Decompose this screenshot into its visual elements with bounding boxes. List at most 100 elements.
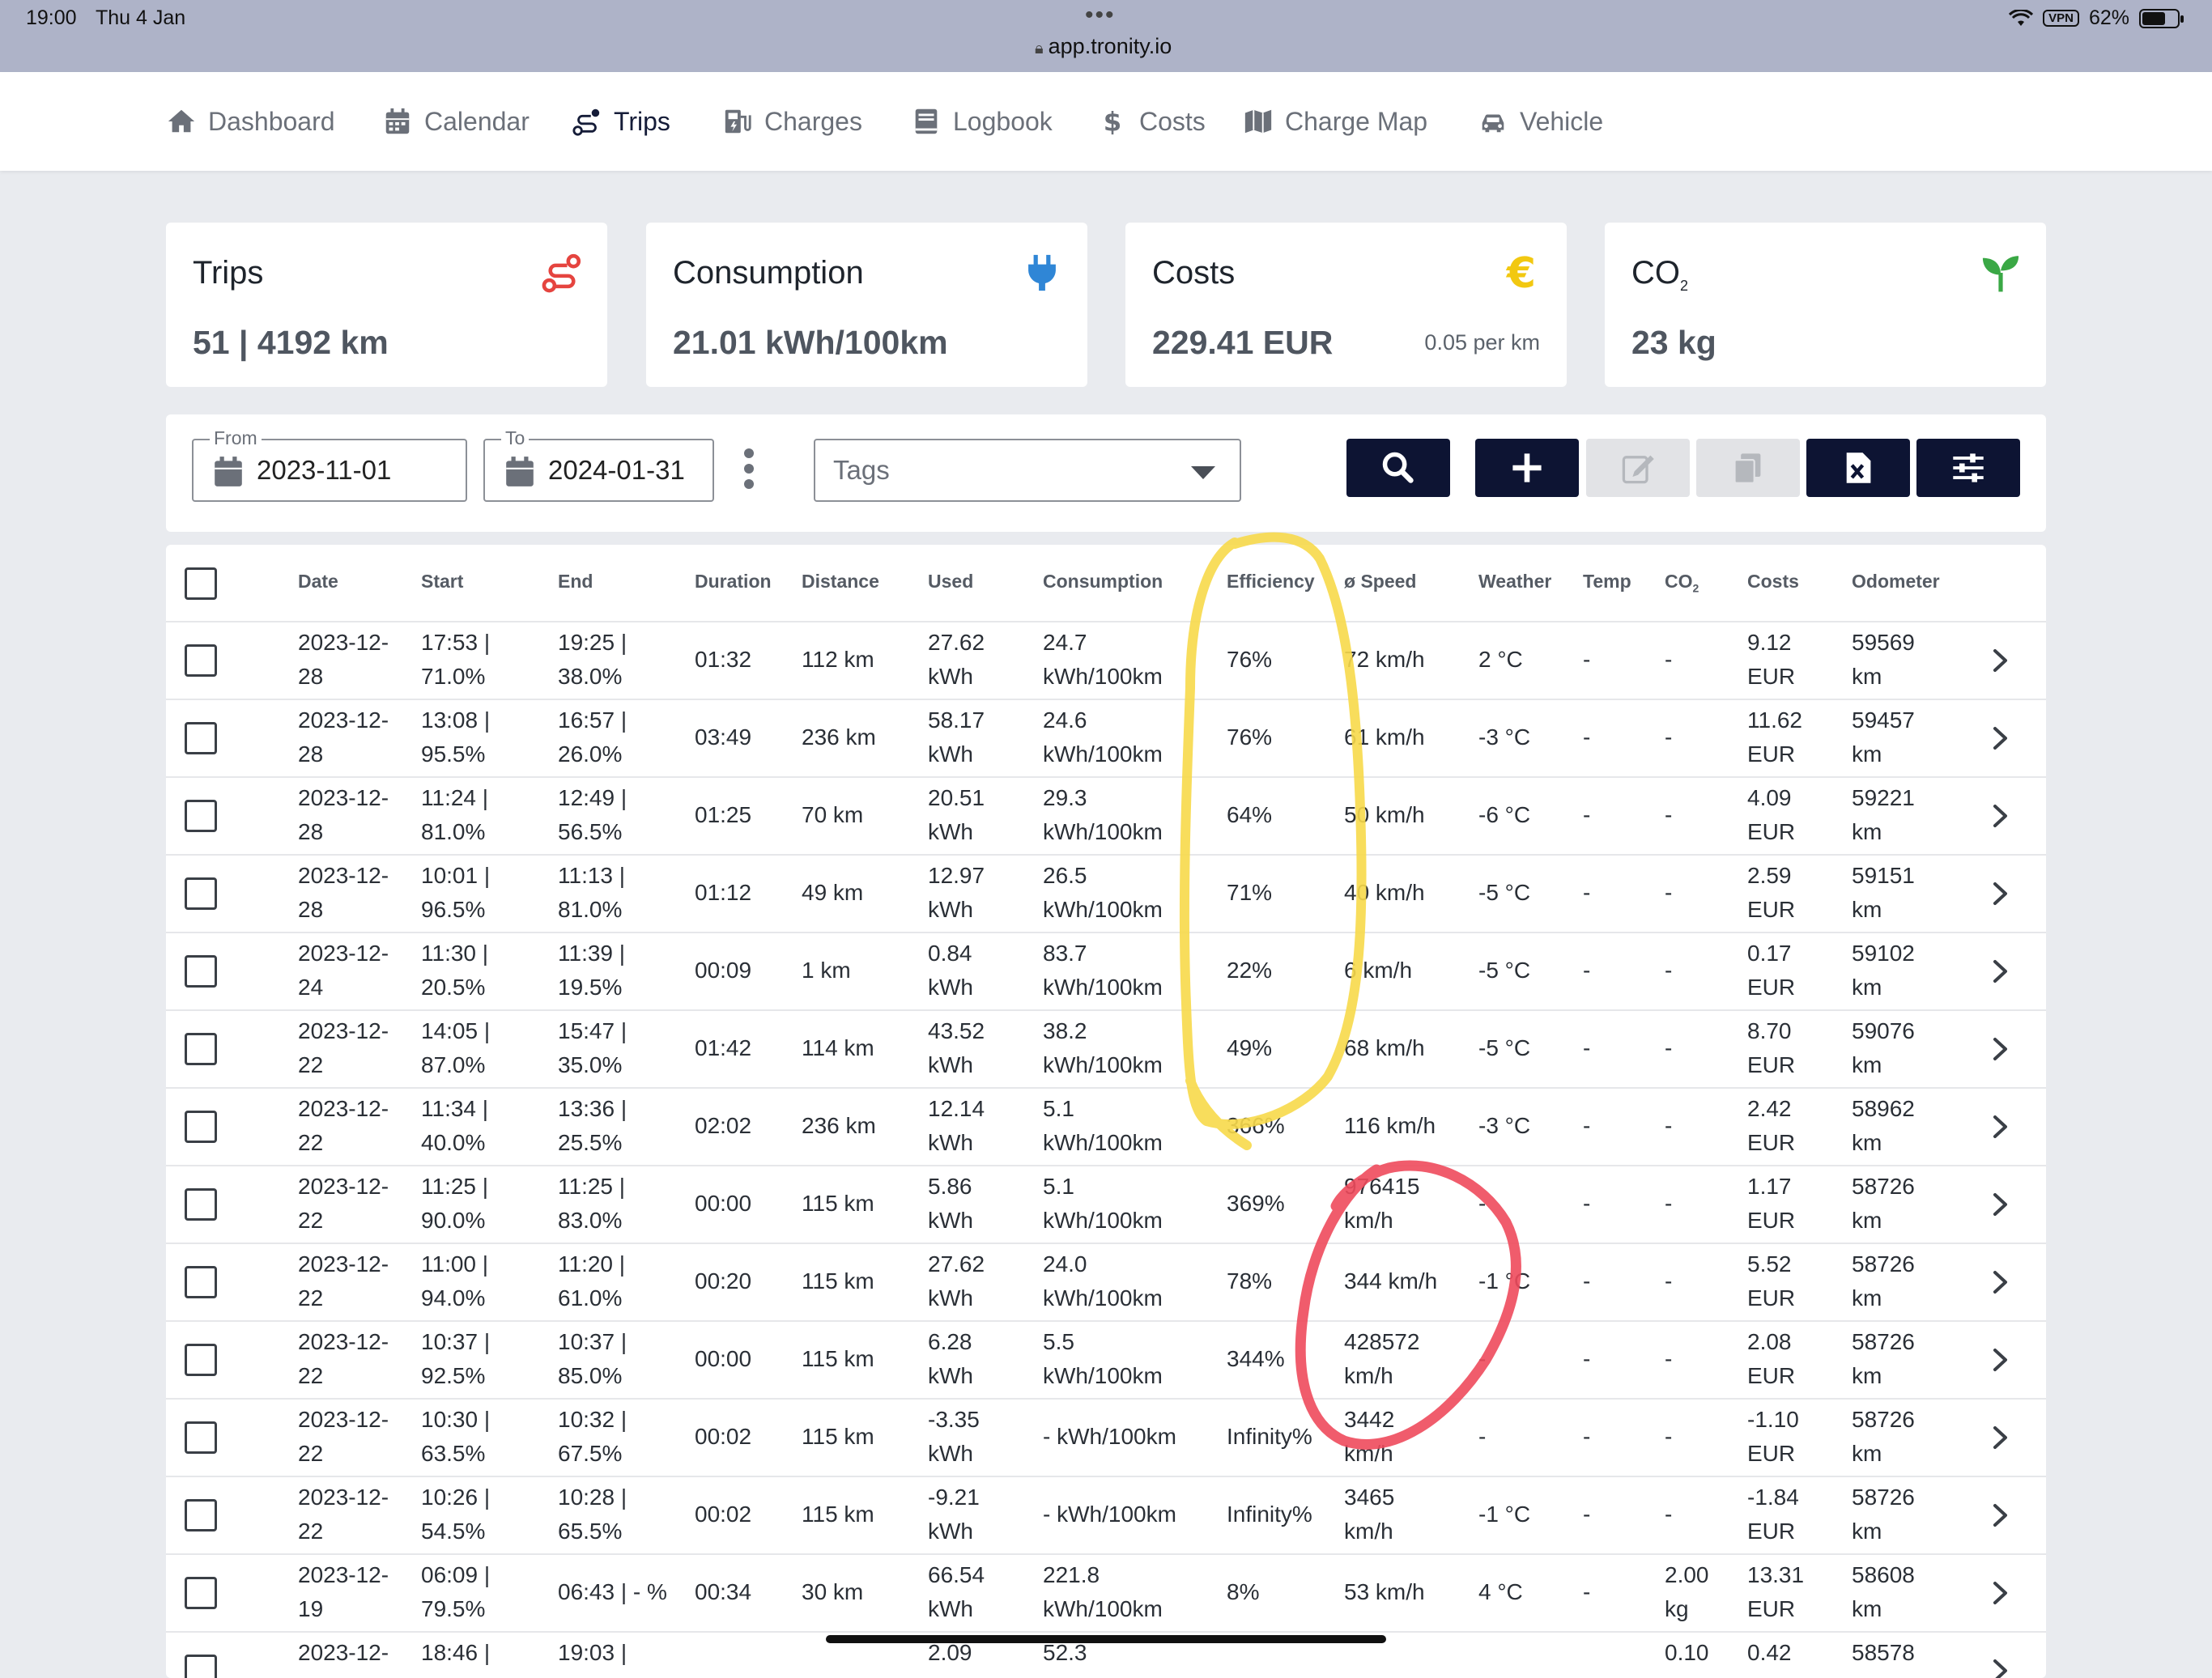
from-date-field[interactable]: From 2023-11-01	[192, 427, 467, 502]
search-button[interactable]	[1346, 439, 1450, 497]
table-row[interactable]: 2023-12- 28 10:01 | 96.5% 11:13 | 81.0% 01:12 4…	[166, 854, 2046, 932]
copy-button[interactable]	[1696, 439, 1800, 497]
cell-line: 85.0%	[558, 1363, 623, 1388]
cell-line: EUR	[1747, 1441, 1796, 1466]
chevron-right-icon[interactable]	[1992, 726, 2010, 750]
chevron-right-icon[interactable]	[1992, 1192, 2010, 1217]
cell-consumption: 24.7 kWh/100km	[1043, 626, 1163, 694]
cell-line: 67.5%	[558, 1441, 623, 1466]
address-bar[interactable]: 🔒︎ app.tronity.io	[1035, 34, 1172, 59]
add-trip-button[interactable]	[1475, 439, 1579, 497]
header-speed[interactable]: ø Speed	[1344, 571, 1416, 593]
edit-button[interactable]	[1586, 439, 1690, 497]
chevron-right-icon[interactable]	[1992, 648, 2010, 673]
cell-line: EUR	[1747, 819, 1796, 844]
row-checkbox[interactable]	[185, 955, 217, 988]
table-row[interactable]: 2023-12- 22 11:00 | 94.0% 11:20 | 61.0% 00:20 1…	[166, 1243, 2046, 1320]
row-checkbox[interactable]	[185, 877, 217, 910]
vpn-badge: VPN	[2043, 10, 2079, 27]
row-checkbox[interactable]	[185, 1033, 217, 1065]
cell-line: 12.14	[928, 1096, 985, 1121]
cell-used: 12.97 kWh	[928, 859, 985, 927]
export-excel-button[interactable]	[1806, 439, 1910, 497]
table-row[interactable]: 2023-12- 22 10:30 | 63.5% 10:32 | 67.5% 00:02 1…	[166, 1398, 2046, 1476]
cell-odometer: 58962 km	[1852, 1092, 1915, 1160]
row-checkbox[interactable]	[185, 1577, 217, 1609]
header-used[interactable]: Used	[928, 571, 973, 593]
home-indicator[interactable]	[826, 1635, 1386, 1643]
row-checkbox[interactable]	[185, 1111, 217, 1143]
chevron-right-icon[interactable]	[1992, 1115, 2010, 1139]
chevron-right-icon[interactable]	[1992, 1348, 2010, 1372]
chevron-right-icon[interactable]	[1992, 881, 2010, 906]
row-checkbox[interactable]	[185, 1421, 217, 1454]
header-co2[interactable]: CO2	[1665, 571, 1699, 595]
table-row[interactable]: 2023-12- 28 13:08 | 95.5% 16:57 | 26.0% 03:49 2…	[166, 699, 2046, 776]
cell-line: 5.86	[928, 1174, 972, 1199]
row-checkbox[interactable]	[185, 644, 217, 677]
header-odometer[interactable]: Odometer	[1852, 571, 1940, 593]
nav-calendar[interactable]: Calendar	[382, 101, 530, 142]
header-temp[interactable]: Temp	[1583, 571, 1631, 593]
column-settings-button[interactable]	[1916, 439, 2020, 497]
nav-vehicle[interactable]: Vehicle	[1478, 101, 1603, 142]
row-checkbox[interactable]	[185, 722, 217, 754]
cell-used: 43.52 kWh	[928, 1014, 985, 1082]
row-checkbox[interactable]	[185, 800, 217, 832]
cell-temp: -	[1583, 724, 1591, 750]
nav-charge-map[interactable]: Charge Map	[1243, 101, 1427, 142]
header-distance[interactable]: Distance	[802, 571, 879, 593]
cell-end: 11:13 | 81.0%	[558, 859, 625, 927]
cell-date: 2023-12- 22	[298, 1170, 389, 1238]
table-row[interactable]: 2023-12- 22 11:25 | 90.0% 11:25 | 83.0% 00:00 1…	[166, 1165, 2046, 1243]
select-all-checkbox[interactable]	[185, 567, 217, 600]
header-end[interactable]: End	[558, 571, 593, 593]
row-checkbox[interactable]	[185, 1188, 217, 1221]
table-row[interactable]: 2023-12- 22 11:34 | 40.0% 13:36 | 25.5% 02:02 2…	[166, 1087, 2046, 1165]
cell-line: 58726	[1852, 1174, 1915, 1199]
to-date-field[interactable]: To 2024-01-31	[483, 427, 714, 502]
row-checkbox[interactable]	[185, 1344, 217, 1376]
cell-co2: -	[1665, 1264, 1672, 1298]
chevron-right-icon[interactable]	[1992, 1425, 2010, 1450]
header-consumption[interactable]: Consumption	[1043, 571, 1163, 593]
table-row[interactable]: 2023-12- 28 11:24 | 81.0% 12:49 | 56.5% 01:25 7…	[166, 776, 2046, 854]
cell-costs: 8.70 EUR	[1747, 1014, 1795, 1082]
chevron-right-icon[interactable]	[1992, 1503, 2010, 1527]
table-row[interactable]: 2023-12- 28 17:53 | 71.0% 19:25 | 38.0% 01:32 1…	[166, 621, 2046, 699]
chevron-right-icon[interactable]	[1992, 1581, 2010, 1605]
chevron-right-icon[interactable]	[1992, 1659, 2010, 1678]
header-date[interactable]: Date	[298, 571, 338, 593]
row-checkbox[interactable]	[185, 1266, 217, 1298]
table-row[interactable]: 2023-12- 22 10:37 | 92.5% 10:37 | 85.0% 00:00 1…	[166, 1320, 2046, 1398]
date-options-kebab-icon[interactable]	[741, 448, 757, 494]
nav-trips[interactable]: Trips	[572, 101, 670, 142]
cell-line: 11:39 |	[558, 941, 626, 966]
table-row[interactable]: 2023-12- 22 14:05 | 87.0% 15:47 | 35.0% 01:42 1…	[166, 1009, 2046, 1087]
header-weather[interactable]: Weather	[1478, 571, 1551, 593]
nav-costs[interactable]: $ Costs	[1097, 101, 1206, 142]
header-costs[interactable]: Costs	[1747, 571, 1799, 593]
chevron-right-icon[interactable]	[1992, 804, 2010, 828]
table-row[interactable]: 2023-12- 19 06:09 | 79.5% 06:43 | - % 00:34 30…	[166, 1553, 2046, 1631]
nav-charges[interactable]: Charges	[722, 101, 862, 142]
chevron-right-icon[interactable]	[1992, 1270, 2010, 1294]
nav-logbook[interactable]: Logbook	[911, 101, 1053, 142]
header-efficiency[interactable]: Efficiency	[1227, 571, 1315, 593]
chevron-right-icon[interactable]	[1992, 959, 2010, 983]
cell-line: -	[1665, 724, 1673, 750]
top-navigation: Dashboard Calendar Trips Charges Logbook…	[0, 72, 2212, 171]
safari-more-dots-icon[interactable]: •••	[1085, 2, 1116, 29]
header-duration[interactable]: Duration	[695, 571, 772, 593]
to-date-value: 2024-01-31	[548, 455, 685, 485]
row-checkbox[interactable]	[185, 1499, 217, 1531]
header-start[interactable]: Start	[421, 571, 463, 593]
calendar-icon	[385, 108, 410, 134]
cell-line: kWh/100km	[1043, 741, 1163, 767]
table-row[interactable]: 2023-12- 22 10:26 | 54.5% 10:28 | 65.5% 00:02 1…	[166, 1476, 2046, 1553]
tags-select[interactable]: Tags	[814, 439, 1241, 502]
row-checkbox[interactable]	[185, 1655, 217, 1678]
nav-dashboard[interactable]: Dashboard	[166, 101, 335, 142]
table-row[interactable]: 2023-12- 24 11:30 | 20.5% 11:39 | 19.5% 00:09 1…	[166, 932, 2046, 1009]
chevron-right-icon[interactable]	[1992, 1037, 2010, 1061]
